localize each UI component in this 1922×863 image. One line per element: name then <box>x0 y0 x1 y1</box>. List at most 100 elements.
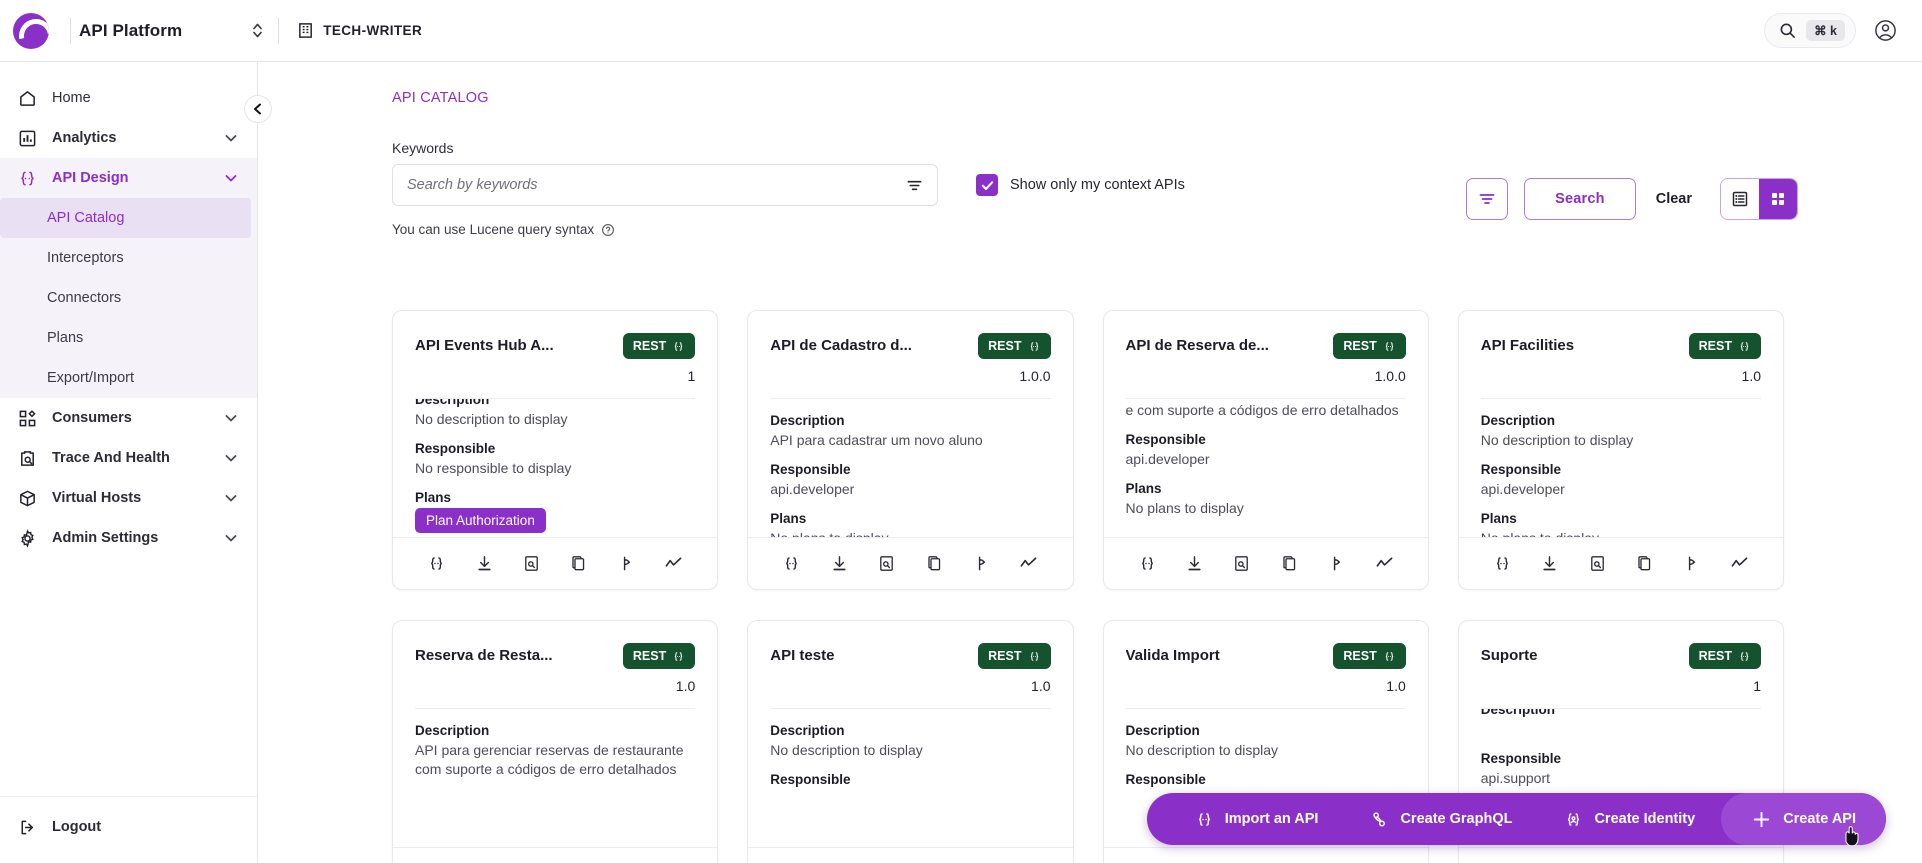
api-braces-icon[interactable] <box>1138 554 1157 573</box>
badge-label: REST <box>988 649 1022 663</box>
sidebar-item-consumers[interactable]: Consumers <box>0 398 257 438</box>
responsible-value: api.developer <box>770 481 855 497</box>
api-card[interactable]: API teste REST 1.0 Description No descri… <box>747 620 1074 863</box>
sidebar-item-virtual-hosts[interactable]: Virtual Hosts <box>0 478 257 518</box>
branch-icon[interactable] <box>1327 554 1346 573</box>
responsible-label: Responsible <box>770 462 851 477</box>
bar-chart-icon <box>16 127 38 149</box>
list-view-icon <box>1731 190 1749 208</box>
sidebar-collapse-button[interactable] <box>244 95 272 123</box>
user-circle-icon[interactable] <box>1870 16 1900 46</box>
sidebar-item-plans[interactable]: Plans <box>0 318 257 358</box>
plan-chip[interactable]: Plan Authorization <box>415 508 546 533</box>
badge-label: REST <box>1343 339 1377 353</box>
download-icon[interactable] <box>475 554 494 573</box>
api-braces-icon <box>1738 650 1751 663</box>
filter-lines-icon[interactable] <box>906 177 923 194</box>
doc-search-icon[interactable] <box>877 554 896 573</box>
create-identity-button[interactable]: Create Identity <box>1538 810 1721 829</box>
sidebar-subitem-label: Plans <box>47 330 84 346</box>
context-apis-checkbox-row[interactable]: Show only my context APIs <box>976 174 1185 196</box>
context-apis-checkbox[interactable] <box>976 174 998 196</box>
sidebar-item-export-import[interactable]: Export/Import <box>0 358 257 398</box>
download-icon[interactable] <box>830 554 849 573</box>
sidebar-item-label: API Design <box>52 170 129 186</box>
card-top-row: Suporte REST <box>1481 643 1761 669</box>
doc-search-icon[interactable] <box>1588 554 1607 573</box>
search-input-wrapper[interactable] <box>392 164 938 206</box>
copy-icon[interactable] <box>1280 554 1299 573</box>
api-card[interactable]: API Facilities REST 1.0 Description No d… <box>1457 310 1784 590</box>
sidebar-item-api-design[interactable]: API Design <box>0 158 257 198</box>
api-card[interactable]: API de Reserva de... REST 1.0.0 e com su… <box>1102 310 1429 590</box>
api-braces-icon[interactable] <box>782 554 801 573</box>
home-icon <box>16 87 38 109</box>
description-label: Description <box>415 723 490 738</box>
gear-icon <box>16 527 38 549</box>
api-braces-icon <box>16 167 38 189</box>
platform-logo-icon <box>13 12 49 49</box>
sidebar-item-trace-and-health[interactable]: Trace And Health <box>0 438 257 478</box>
clear-button[interactable]: Clear <box>1652 191 1696 207</box>
platform-logo[interactable] <box>0 12 62 49</box>
chevron-updown-icon[interactable] <box>244 18 270 44</box>
responsible-value: No responsible to display <box>415 460 572 476</box>
description-label: Description <box>1125 723 1200 738</box>
description-value: No description to display <box>1125 742 1279 758</box>
api-braces-icon <box>1195 810 1214 829</box>
card-actions <box>748 847 1073 863</box>
sidebar-item-analytics[interactable]: Analytics <box>0 118 257 158</box>
chevron-down-icon <box>223 450 239 466</box>
api-card[interactable]: API Events Hub A... REST 1 Description N… <box>392 310 719 590</box>
sidebar-item-label: Virtual Hosts <box>52 490 142 506</box>
sidebar-item-interceptors[interactable]: Interceptors <box>0 238 257 278</box>
api-braces-icon[interactable] <box>1493 554 1512 573</box>
plans-label: Plans <box>1125 481 1162 496</box>
api-braces-icon[interactable] <box>427 554 446 573</box>
download-icon[interactable] <box>1540 554 1559 573</box>
search-button[interactable]: Search <box>1524 178 1636 220</box>
card-version: 1.0 <box>1741 368 1761 384</box>
api-card[interactable]: API de Cadastro d... REST 1.0.0 Descript… <box>747 310 1074 590</box>
tenant-selector[interactable]: TECH-WRITER <box>297 22 422 39</box>
copy-icon[interactable] <box>1635 554 1654 573</box>
description-label: Description <box>770 413 845 428</box>
branch-icon[interactable] <box>972 554 991 573</box>
analytics-line-icon[interactable] <box>1375 554 1394 573</box>
api-card[interactable]: Reserva de Resta... REST 1.0 Description… <box>392 620 719 863</box>
branch-icon[interactable] <box>1682 554 1701 573</box>
sidebar-item-label: Analytics <box>52 130 117 146</box>
analytics-line-icon[interactable] <box>1019 554 1038 573</box>
branch-icon[interactable] <box>617 554 636 573</box>
logout-button[interactable]: Logout <box>0 807 257 847</box>
search-input[interactable] <box>407 177 906 193</box>
copy-icon[interactable] <box>925 554 944 573</box>
status-badge: REST <box>622 643 696 669</box>
create-graphql-button[interactable]: Create GraphQL <box>1344 810 1538 829</box>
sidebar-item-connectors[interactable]: Connectors <box>0 278 257 318</box>
analytics-line-icon[interactable] <box>664 554 683 573</box>
sidebar-item-admin-settings[interactable]: Admin Settings <box>0 518 257 558</box>
breadcrumb[interactable]: API CATALOG <box>258 62 1922 106</box>
advanced-filter-button[interactable] <box>1466 178 1509 220</box>
download-icon[interactable] <box>1185 554 1204 573</box>
card-actions <box>748 537 1073 589</box>
mouse-cursor <box>1842 824 1864 855</box>
copy-icon[interactable] <box>569 554 588 573</box>
import-api-button[interactable]: Import an API <box>1169 810 1345 829</box>
chevron-down-icon <box>223 530 239 546</box>
view-list-button[interactable] <box>1721 179 1759 219</box>
sidebar-item-api-catalog[interactable]: API Catalog <box>0 198 251 238</box>
global-search-button[interactable]: ⌘ k <box>1764 13 1856 48</box>
analytics-line-icon[interactable] <box>1730 554 1749 573</box>
sidebar-item-home[interactable]: Home <box>0 78 257 118</box>
chevron-down-icon <box>223 170 239 186</box>
view-grid-button[interactable] <box>1759 179 1797 219</box>
doc-search-icon[interactable] <box>522 554 541 573</box>
divider <box>278 17 280 44</box>
help-circle-icon[interactable] <box>601 223 615 237</box>
doc-search-icon[interactable] <box>1232 554 1251 573</box>
card-title: Reserva de Resta... <box>415 647 553 664</box>
card-version: 1.0 <box>1386 678 1406 694</box>
plans-label: Plans <box>1480 511 1517 526</box>
